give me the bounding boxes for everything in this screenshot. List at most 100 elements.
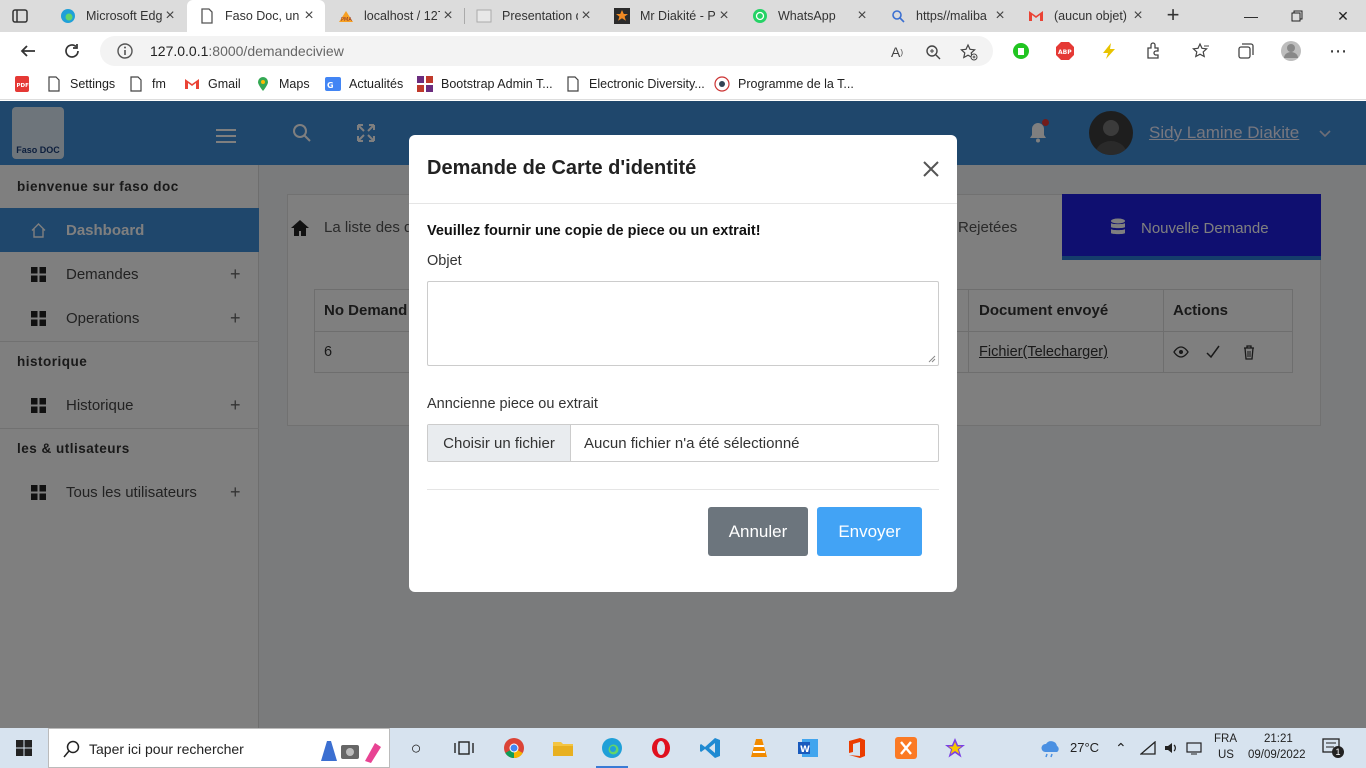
extension-green-icon[interactable]: [1010, 40, 1032, 62]
address-bar-row: 127.0.0.1:8000/demandeciview A) ABP ⋯: [0, 32, 1366, 70]
url-text[interactable]: 127.0.0.1:8000/demandeciview: [150, 43, 344, 59]
tab-title: localhost / 127: [364, 9, 440, 23]
close-icon[interactable]: [921, 159, 941, 179]
search-icon: [63, 740, 80, 758]
weather-temperature[interactable]: 27°C: [1070, 740, 1099, 755]
bookmark-gmail[interactable]: Gmail: [184, 76, 241, 92]
browser-tab[interactable]: https//maliba ×: [878, 0, 1016, 32]
bookmark-settings[interactable]: Settings: [46, 76, 115, 92]
bookmark-label: Bootstrap Admin T...: [441, 77, 553, 91]
weather-cloud-icon[interactable]: [1040, 738, 1062, 758]
network-icon[interactable]: [1140, 741, 1156, 755]
close-window-button[interactable]: ✕: [1320, 0, 1366, 32]
taskbar-search-placeholder: Taper ici pour rechercher: [89, 741, 244, 757]
svg-text:ABP: ABP: [1058, 49, 1072, 56]
bookmark-electronic[interactable]: Electronic Diversity...: [565, 76, 705, 92]
send-button[interactable]: Envoyer: [817, 507, 922, 556]
page-icon: [565, 76, 581, 92]
bookmark-label: Maps: [279, 77, 310, 91]
bookmark-programme[interactable]: Programme de la T...: [714, 76, 854, 92]
close-tab-icon[interactable]: ×: [716, 7, 732, 25]
url-bar[interactable]: 127.0.0.1:8000/demandeciview A): [100, 36, 993, 66]
clock-date[interactable]: 09/09/2022: [1248, 749, 1306, 761]
file-label: Anncienne piece ou extrait: [427, 396, 598, 412]
globe-logo-icon: [714, 76, 730, 92]
tab-actions-icon[interactable]: [10, 6, 30, 26]
notification-count-badge: 1: [1332, 746, 1344, 758]
word-icon[interactable]: W: [796, 736, 820, 760]
profile-icon[interactable]: [1280, 40, 1302, 62]
battery-monitor-icon[interactable]: [1186, 741, 1202, 755]
extensions-icon[interactable]: [1142, 40, 1164, 62]
chevron-up-icon[interactable]: ⌃: [1115, 740, 1127, 757]
bookmark-bootstrap[interactable]: Bootstrap Admin T...: [417, 76, 553, 92]
restore-button[interactable]: [1274, 0, 1320, 32]
bookmark-pdf[interactable]: PDF: [14, 76, 38, 92]
vlc-icon[interactable]: [747, 736, 771, 760]
cancel-button[interactable]: Annuler: [708, 507, 808, 556]
lightning-extension-icon[interactable]: [1098, 40, 1120, 62]
minimize-button[interactable]: —: [1228, 0, 1274, 32]
tab-title: https//maliba: [916, 9, 987, 23]
add-favorite-icon[interactable]: [960, 43, 978, 61]
taskbar-search[interactable]: Taper ici pour rechercher: [48, 728, 390, 768]
close-tab-icon[interactable]: ×: [162, 7, 178, 25]
read-aloud-icon[interactable]: A): [888, 43, 906, 61]
close-tab-icon[interactable]: ×: [440, 7, 456, 25]
task-view-icon[interactable]: [452, 736, 476, 760]
notifications-center-icon[interactable]: 1: [1322, 738, 1344, 758]
input-language[interactable]: FRA: [1214, 733, 1237, 745]
bookmark-label: fm: [152, 77, 166, 91]
svg-text:PDF: PDF: [17, 83, 30, 89]
star-app-icon[interactable]: [943, 736, 967, 760]
bookmark-fm[interactable]: fm: [128, 76, 166, 92]
bookmark-actualites[interactable]: G Actualités: [325, 76, 403, 92]
close-tab-icon[interactable]: ×: [301, 7, 317, 25]
clock-time[interactable]: 21:21: [1264, 733, 1293, 745]
objet-textarea[interactable]: [427, 281, 939, 366]
resize-grip-icon[interactable]: [928, 355, 936, 363]
browser-tab-bar: Microsoft Edge × Faso Doc, un re × PMA l…: [0, 0, 1366, 32]
close-tab-icon[interactable]: ×: [1130, 7, 1146, 25]
close-tab-icon[interactable]: ×: [992, 7, 1008, 25]
close-tab-icon[interactable]: ×: [578, 7, 594, 25]
bookmark-label: Gmail: [208, 77, 241, 91]
favorites-icon[interactable]: [1190, 40, 1212, 62]
vscode-icon[interactable]: [698, 736, 722, 760]
page-icon: [199, 8, 215, 24]
cortana-icon[interactable]: ○: [404, 736, 428, 760]
collections-icon[interactable]: [1235, 40, 1257, 62]
browser-tab[interactable]: (aucun objet) - ×: [1016, 0, 1154, 32]
xampp-icon[interactable]: [894, 736, 918, 760]
adblock-icon[interactable]: ABP: [1054, 40, 1076, 62]
back-button[interactable]: [16, 39, 40, 63]
browser-tab[interactable]: Mr Diakité - Pr ×: [602, 0, 740, 32]
browser-tab[interactable]: PMA localhost / 127 ×: [326, 0, 464, 32]
choose-file-button[interactable]: Choisir un fichier: [428, 425, 571, 461]
volume-icon[interactable]: [1163, 740, 1179, 756]
bookmark-label: Settings: [70, 77, 116, 91]
new-tab-button[interactable]: +: [1162, 4, 1184, 26]
office-icon[interactable]: [845, 736, 869, 760]
opera-icon[interactable]: [649, 736, 673, 760]
close-tab-icon[interactable]: ×: [854, 7, 870, 25]
browser-tab-active[interactable]: Faso Doc, un re ×: [187, 0, 325, 32]
zoom-icon[interactable]: [924, 43, 942, 61]
windows-taskbar: Taper ici pour rechercher ○ W 27°C ⌃ FRA…: [0, 728, 1366, 768]
file-input[interactable]: Choisir un fichier Aucun fichier n'a été…: [427, 424, 939, 462]
file-explorer-icon[interactable]: [551, 736, 575, 760]
edge-icon: [60, 8, 76, 24]
id-card-request-modal: Demande de Carte d'identité Veuillez fou…: [409, 135, 957, 592]
keyboard-layout[interactable]: US: [1218, 749, 1234, 761]
bookmark-maps[interactable]: Maps: [255, 76, 310, 92]
windows-start-icon[interactable]: [16, 740, 32, 756]
browser-tab[interactable]: WhatsApp ×: [740, 0, 878, 32]
chrome-icon[interactable]: [502, 736, 526, 760]
more-menu-icon[interactable]: ⋯: [1327, 40, 1349, 62]
browser-tab[interactable]: Presentation de ×: [464, 0, 602, 32]
edge-icon[interactable]: [600, 736, 624, 760]
browser-tab[interactable]: Microsoft Edge ×: [48, 0, 186, 32]
whatsapp-icon: [752, 8, 768, 24]
refresh-button[interactable]: [60, 39, 84, 63]
info-icon[interactable]: [116, 42, 134, 60]
